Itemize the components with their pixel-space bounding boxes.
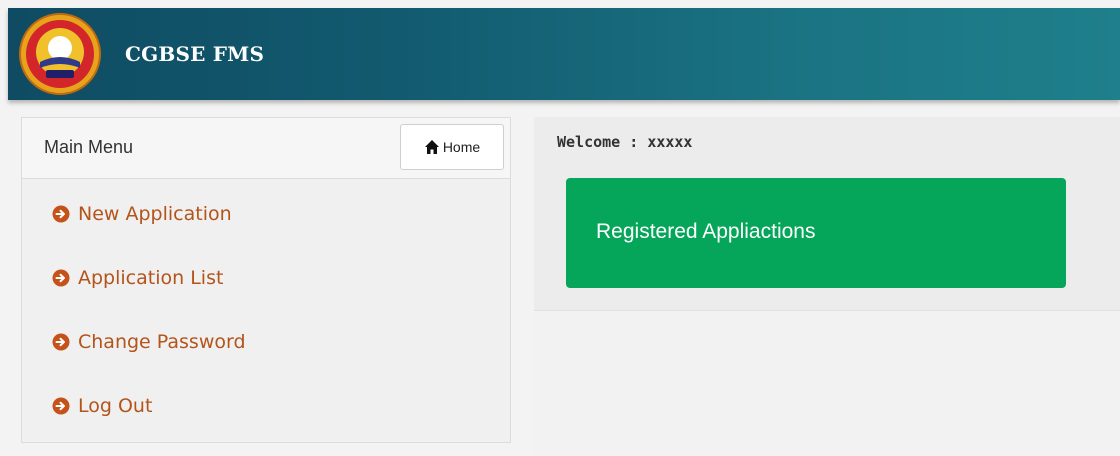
home-button[interactable]: Home xyxy=(400,124,504,170)
menu-item-label: Log Out xyxy=(78,395,153,417)
arrow-circle-right-icon xyxy=(52,333,70,351)
welcome-prefix: Welcome : xyxy=(557,133,648,151)
home-icon xyxy=(424,140,439,154)
main-menu-panel: Main Menu Home New Application Applicati… xyxy=(21,117,511,443)
registered-applications-label: Registered Appliactions xyxy=(596,220,816,243)
page: CGBSE FMS Main Menu Home New Application xyxy=(0,0,1120,456)
arrow-circle-right-icon xyxy=(52,269,70,287)
app-title: CGBSE FMS xyxy=(125,42,265,66)
cgbse-logo xyxy=(19,13,101,95)
menu-item-log-out[interactable]: Log Out xyxy=(22,374,510,438)
main-menu-header: Main Menu Home xyxy=(22,118,510,179)
menu-item-label: Application List xyxy=(78,267,224,289)
arrow-circle-right-icon xyxy=(52,205,70,223)
arrow-circle-right-icon xyxy=(52,397,70,415)
registered-applications-card[interactable]: Registered Appliactions xyxy=(566,178,1066,288)
menu-item-change-password[interactable]: Change Password xyxy=(22,310,510,374)
menu-item-application-list[interactable]: Application List xyxy=(22,246,510,310)
home-button-label: Home xyxy=(442,139,481,155)
main-menu-title: Main Menu xyxy=(44,137,134,157)
welcome-message: Welcome : xxxxx xyxy=(557,133,692,151)
main-menu-list: New Application Application List Change … xyxy=(22,182,510,438)
menu-item-new-application[interactable]: New Application xyxy=(22,182,510,246)
menu-item-label: Change Password xyxy=(78,331,246,353)
content-area xyxy=(534,312,1120,456)
username: xxxxx xyxy=(647,133,693,151)
menu-item-label: New Application xyxy=(78,203,232,225)
app-header: CGBSE FMS xyxy=(8,8,1120,100)
